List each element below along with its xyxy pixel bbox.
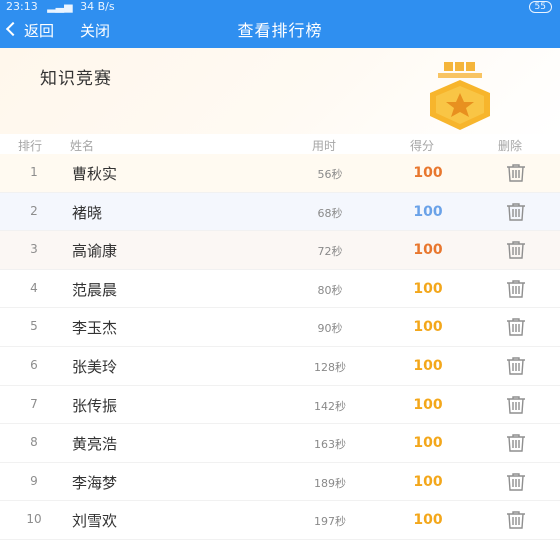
header-rank: 排行 — [18, 139, 43, 153]
trash-icon[interactable] — [505, 279, 527, 299]
row-rank: 10 — [26, 512, 42, 527]
row-time: 142秒 — [314, 399, 346, 413]
row-name: 张传振 — [72, 396, 118, 415]
row-rank: 5 — [30, 319, 38, 334]
row-score: 100 — [413, 357, 443, 374]
row-time: 68秒 — [317, 206, 343, 220]
table-row: 5 李玉杰 90秒 100 — [0, 308, 560, 347]
row-score: 100 — [413, 396, 443, 413]
trash-icon[interactable] — [505, 472, 527, 492]
table-row: 2 褚晓 68秒 100 — [0, 192, 560, 232]
row-rank: 2 — [30, 203, 38, 218]
table-row: 4 范晨晨 80秒 100 — [0, 270, 560, 309]
ranking-list: 1 曹秋实 56秒 100 2 褚晓 68秒 100 3 高谕康 72秒 100… — [0, 154, 560, 540]
row-name: 高谕康 — [72, 242, 118, 261]
row-score: 100 — [413, 165, 443, 181]
header-score: 得分 — [410, 139, 435, 153]
table-row: 10 刘雪欢 197秒 100 — [0, 501, 560, 540]
status-time: 23:13 — [6, 0, 38, 13]
signal-icon: ▂▃▅ — [47, 0, 73, 13]
row-rank: 8 — [30, 435, 38, 450]
row-name: 张美玲 — [72, 357, 118, 376]
trash-icon[interactable] — [505, 317, 527, 337]
row-time: 189秒 — [314, 476, 346, 490]
table-row: 9 李海梦 189秒 100 — [0, 463, 560, 502]
header-name: 姓名 — [70, 139, 95, 153]
row-name: 黄亮浩 — [72, 435, 118, 454]
row-score: 100 — [413, 435, 443, 452]
trash-icon[interactable] — [505, 240, 527, 260]
row-time: 90秒 — [317, 322, 343, 336]
row-name: 范晨晨 — [72, 280, 118, 299]
row-time: 163秒 — [314, 438, 346, 452]
row-rank: 4 — [30, 280, 38, 295]
row-score: 100 — [413, 242, 443, 259]
trash-icon[interactable] — [505, 395, 527, 415]
row-name: 曹秋实 — [72, 165, 118, 183]
row-rank: 7 — [30, 396, 38, 411]
trash-icon[interactable] — [505, 202, 527, 222]
row-rank: 1 — [30, 165, 38, 179]
top-bar: 23:13 ▂▃▅ 34 B/s 55 返回 关闭 查看排行榜 — [0, 0, 560, 48]
row-time: 56秒 — [317, 168, 343, 181]
table-header: 排行 姓名 用时 得分 删除 — [0, 134, 560, 154]
row-time: 80秒 — [317, 283, 343, 297]
table-row: 8 黄亮浩 163秒 100 — [0, 424, 560, 463]
trash-icon[interactable] — [505, 163, 527, 183]
row-score: 100 — [413, 512, 443, 529]
row-score: 100 — [413, 203, 443, 220]
trash-icon[interactable] — [505, 433, 527, 453]
header-delete: 删除 — [498, 139, 523, 153]
row-name: 褚晓 — [72, 203, 103, 222]
page-title: 查看排行榜 — [237, 21, 323, 40]
row-rank: 9 — [30, 473, 38, 488]
row-time: 128秒 — [314, 360, 346, 374]
trash-icon[interactable] — [505, 510, 527, 530]
row-name: 李海梦 — [72, 473, 118, 492]
row-time: 72秒 — [317, 245, 343, 259]
row-name: 李玉杰 — [72, 319, 118, 338]
row-score: 100 — [413, 280, 443, 297]
table-row: 7 张传振 142秒 100 — [0, 386, 560, 425]
row-time: 197秒 — [314, 515, 346, 529]
quiz-banner: 知识竞赛 — [0, 48, 560, 134]
row-score: 100 — [413, 473, 443, 490]
quiz-title: 知识竞赛 — [40, 69, 112, 89]
row-score: 100 — [413, 319, 443, 336]
network-speed: 34 B/s — [80, 0, 115, 13]
table-row: 3 高谕康 72秒 100 — [0, 231, 560, 270]
row-rank: 3 — [30, 242, 38, 257]
status-bar: 23:13 ▂▃▅ 34 B/s — [6, 0, 115, 14]
header-time: 用时 — [312, 139, 337, 153]
table-row: 6 张美玲 128秒 100 — [0, 347, 560, 386]
battery-icon: 55 — [528, 1, 552, 13]
row-name: 刘雪欢 — [72, 512, 118, 531]
table-row: 1 曹秋实 56秒 100 — [0, 154, 560, 193]
trash-icon[interactable] — [505, 356, 527, 376]
row-rank: 6 — [30, 357, 38, 372]
medal-star-icon — [430, 62, 490, 130]
status-right: 55 — [528, 1, 552, 13]
battery-level: 55 — [534, 2, 546, 12]
